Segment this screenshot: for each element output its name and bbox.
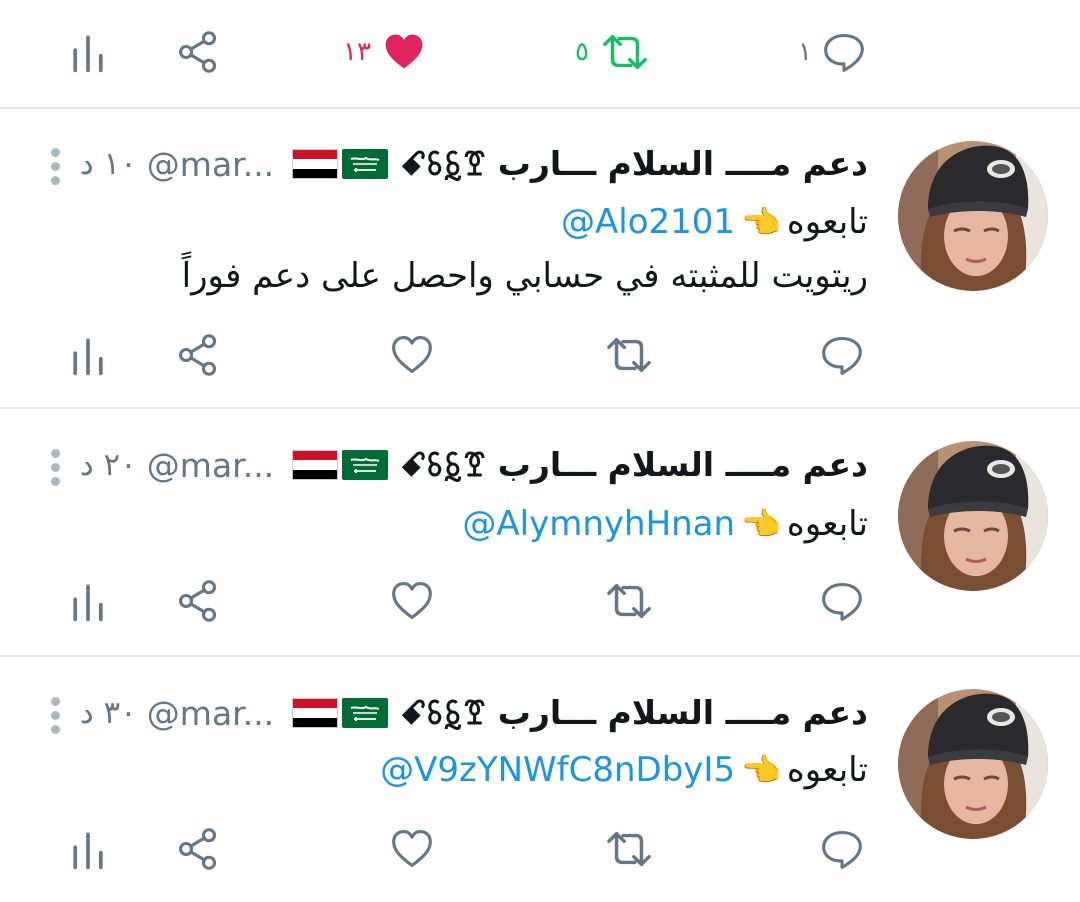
tweet-actions (0, 819, 1080, 879)
share-icon (176, 30, 220, 74)
analytics-icon (66, 827, 110, 871)
flags (292, 450, 388, 480)
mention-link[interactable]: @Alo2101 (561, 202, 735, 242)
like-action[interactable] (389, 571, 435, 631)
display-name[interactable]: دعم مــــ السلام ـــارب ꗃꗏꗐꗑ (400, 693, 868, 733)
pointing-hand-icon: 👈 (741, 203, 781, 241)
tweet-text: تابعوه 👈 @Alo2101 (561, 197, 868, 247)
tweet-text: تابعوه 👈 @AlymnyhHnan (462, 499, 868, 549)
tweet-actions (0, 325, 1080, 385)
tweet-text: تابعوه 👈 @V9zYNWfC8nDbyI5 (380, 745, 868, 795)
more-icon[interactable] (48, 145, 62, 191)
tweet-header: دعم مــــ السلام ـــارب ꗃꗏꗐꗑ @mar... ١٠ … (80, 139, 868, 189)
reply-icon (820, 579, 864, 623)
like-count: ١٣ (343, 37, 371, 67)
retweet-action[interactable] (603, 325, 655, 385)
analytics-icon (66, 30, 110, 74)
analytics-action[interactable] (66, 819, 110, 879)
pointing-hand-icon: 👈 (741, 505, 781, 543)
pointing-hand-icon: 👈 (741, 751, 781, 789)
retweet-icon (599, 29, 651, 75)
like-action[interactable] (389, 819, 435, 879)
retweet-icon (603, 826, 655, 872)
share-icon (176, 827, 220, 871)
yemen-flag-icon (292, 698, 338, 728)
share-icon (176, 579, 220, 623)
reply-count: ١ (798, 37, 812, 67)
tweet[interactable]: دعم مــــ السلام ـــارب ꗃꗏꗐꗑ @mar... ١٠ … (0, 109, 1080, 407)
avatar[interactable] (898, 441, 1048, 591)
retweet-action[interactable] (603, 571, 655, 631)
saudi-flag-icon (342, 698, 388, 728)
yemen-flag-icon (292, 149, 338, 179)
handle[interactable]: @mar... (147, 694, 274, 733)
reply-icon (822, 30, 866, 74)
like-icon (389, 333, 435, 377)
yemen-flag-icon (292, 450, 338, 480)
mention-link[interactable]: @V9zYNWfC8nDbyI5 (380, 750, 735, 790)
timestamp: ١٠ د (79, 146, 137, 182)
follow-text: تابعوه (786, 504, 868, 544)
more-icon[interactable] (48, 694, 62, 740)
share-icon (176, 333, 220, 377)
retweet-count: ٥ (575, 37, 589, 67)
like-icon (381, 30, 427, 74)
tweet-actions (0, 571, 1080, 631)
timestamp: ٢٠ د (79, 447, 137, 483)
follow-text: تابعوه (786, 202, 868, 242)
retweet-action[interactable]: ٥ (565, 22, 651, 82)
flags (292, 698, 388, 728)
tweet[interactable]: دعم مــــ السلام ـــارب ꗃꗏꗐꗑ @mar... ٢٠ … (0, 409, 1080, 655)
share-action[interactable] (176, 325, 220, 385)
saudi-flag-icon (342, 149, 388, 179)
avatar[interactable] (898, 141, 1048, 291)
share-action[interactable] (176, 22, 220, 82)
display-name[interactable]: دعم مــــ السلام ـــارب ꗃꗏꗐꗑ (400, 144, 868, 184)
tweet-header: دعم مــــ السلام ـــارب ꗃꗏꗐꗑ @mar... ٢٠ … (80, 440, 868, 490)
saudi-flag-icon (342, 450, 388, 480)
reply-action[interactable]: ١ (788, 22, 866, 82)
reply-icon (820, 333, 864, 377)
reply-action[interactable] (820, 325, 864, 385)
handle[interactable]: @mar... (147, 446, 274, 485)
analytics-action[interactable] (66, 571, 110, 631)
like-action[interactable]: ١٣ (333, 22, 427, 82)
share-action[interactable] (176, 571, 220, 631)
tweet[interactable]: دعم مــــ السلام ـــارب ꗃꗏꗐꗑ @mar... ٣٠ … (0, 657, 1080, 902)
like-icon (389, 579, 435, 623)
display-name[interactable]: دعم مــــ السلام ـــارب ꗃꗏꗐꗑ (400, 445, 868, 485)
retweet-icon (603, 578, 655, 624)
analytics-action[interactable] (66, 325, 110, 385)
avatar[interactable] (898, 689, 1048, 839)
timestamp: ٣٠ د (79, 695, 137, 731)
mention-link[interactable]: @AlymnyhHnan (462, 504, 735, 544)
analytics-icon (66, 579, 110, 623)
tweet-body: ريتويت للمثبته في حسابي واحصل على دعم فو… (181, 256, 868, 296)
reply-icon (820, 827, 864, 871)
more-icon[interactable] (48, 446, 62, 492)
tweet-header: دعم مــــ السلام ـــارب ꗃꗏꗐꗑ @mar... ٣٠ … (80, 688, 868, 738)
analytics-action[interactable] (66, 22, 110, 82)
like-action[interactable] (389, 325, 435, 385)
reply-action[interactable] (820, 819, 864, 879)
follow-text: تابعوه (786, 750, 868, 790)
reply-action[interactable] (820, 571, 864, 631)
top-action-bar: ١ ٥ ١٣ (0, 22, 1080, 82)
analytics-icon (66, 333, 110, 377)
handle[interactable]: @mar... (147, 145, 274, 184)
share-action[interactable] (176, 819, 220, 879)
like-icon (389, 827, 435, 871)
flags (292, 149, 388, 179)
retweet-action[interactable] (603, 819, 655, 879)
retweet-icon (603, 332, 655, 378)
